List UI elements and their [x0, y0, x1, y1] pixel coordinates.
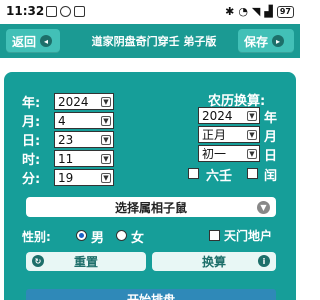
chevron-down-icon: ▼	[101, 154, 111, 164]
save-button[interactable]: 保存 ▸	[238, 29, 294, 53]
chevron-down-icon: ▼	[247, 130, 257, 140]
app-header: 返回 ◂ 道家阴盘奇门穿壬 弟子版 保存 ▸	[0, 24, 300, 58]
clock-icon	[60, 6, 71, 17]
year-value: 2024	[58, 94, 89, 109]
minute-value: 19	[58, 170, 74, 185]
notification-icon	[46, 6, 57, 17]
zodiac-select[interactable]: 选择属相子鼠 ▼	[26, 197, 276, 217]
battery-icon: 97	[276, 5, 294, 18]
lunar-day-select[interactable]: 初一 ▼	[198, 145, 260, 162]
chevron-down-icon: ▼	[101, 116, 111, 126]
signal-icon: ▟	[264, 5, 273, 18]
month-select[interactable]: 4 ▼	[54, 112, 114, 129]
year-label: 年:	[22, 96, 41, 111]
refresh-icon: ↻	[32, 255, 44, 267]
lunar-month-select[interactable]: 正月 ▼	[198, 126, 260, 143]
wifi-icon: ◥	[251, 5, 261, 18]
gender-male-radio[interactable]	[76, 230, 87, 241]
zodiac-label: 选择属相子鼠	[114, 200, 187, 215]
lunar-year-unit: 年	[264, 111, 278, 126]
save-label: 保存	[244, 34, 269, 49]
chevron-down-icon: ▼	[101, 173, 111, 183]
input-panel: 年: 2024 ▼ 月: 4 ▼ 日: 23 ▼ 时: 11 ▼ 分: 19 ▼…	[4, 72, 296, 300]
notification-icon	[74, 6, 85, 17]
info-icon: i	[258, 255, 270, 267]
day-label: 日:	[22, 134, 41, 149]
convert-button[interactable]: 换算 i	[152, 252, 276, 271]
convert-label: 换算	[201, 255, 226, 269]
lunar-year-select[interactable]: 2024 ▼	[198, 107, 260, 124]
start-label: 开始排盘	[126, 292, 175, 300]
tiandi-label: 天门地户	[224, 229, 273, 243]
gender-female-radio[interactable]	[116, 230, 127, 241]
month-value: 4	[58, 113, 66, 128]
lunar-day-unit: 日	[264, 149, 278, 164]
reset-label: 重置	[73, 255, 98, 269]
liuren-checkbox[interactable]	[188, 168, 199, 179]
day-value: 23	[58, 132, 74, 147]
month-label: 月:	[22, 115, 41, 130]
bluetooth-icon: ✱	[225, 5, 235, 18]
hour-value: 11	[58, 151, 74, 166]
liuren-label: 六壬	[206, 169, 233, 184]
mute-icon: ◔	[238, 5, 248, 18]
status-time: 11:32	[6, 4, 45, 18]
leap-label: 闰	[264, 169, 278, 184]
minute-label: 分:	[22, 172, 41, 187]
lunar-year-value: 2024	[202, 108, 233, 123]
chevron-down-icon: ▼	[247, 149, 257, 159]
back-label: 返回	[12, 34, 37, 49]
day-select[interactable]: 23 ▼	[54, 131, 114, 148]
hour-select[interactable]: 11 ▼	[54, 150, 114, 167]
lunar-month-unit: 月	[264, 130, 278, 145]
minute-select[interactable]: 19 ▼	[54, 169, 114, 186]
hour-label: 时:	[22, 153, 41, 168]
year-select[interactable]: 2024 ▼	[54, 93, 114, 110]
back-arrow-icon: ◂	[40, 35, 53, 47]
status-bar: 11:32 ✱ ◔ ◥ ▟ 97	[0, 0, 300, 24]
back-button[interactable]: 返回 ◂	[6, 29, 60, 53]
save-arrow-icon: ▸	[272, 35, 285, 47]
gender-female-label: 女	[131, 231, 145, 246]
lunar-month-value: 正月	[202, 128, 227, 142]
chevron-down-icon: ▼	[101, 97, 111, 107]
chevron-down-icon: ▼	[101, 135, 111, 145]
system-icons: ✱ ◔ ◥ ▟ 97	[225, 5, 294, 18]
reset-button[interactable]: ↻ 重置	[26, 252, 146, 271]
chevron-down-icon: ▼	[247, 111, 257, 121]
leap-checkbox[interactable]	[247, 168, 258, 179]
tiandi-checkbox[interactable]	[209, 230, 220, 241]
lunar-day-value: 初一	[202, 147, 227, 161]
page-title: 道家阴盘奇门穿壬 弟子版	[91, 35, 217, 48]
gender-label: 性别:	[22, 230, 51, 244]
chevron-down-icon: ▼	[257, 201, 270, 214]
notification-icons	[46, 6, 85, 17]
start-button[interactable]: 开始排盘	[26, 289, 276, 300]
gender-male-label: 男	[91, 231, 105, 246]
